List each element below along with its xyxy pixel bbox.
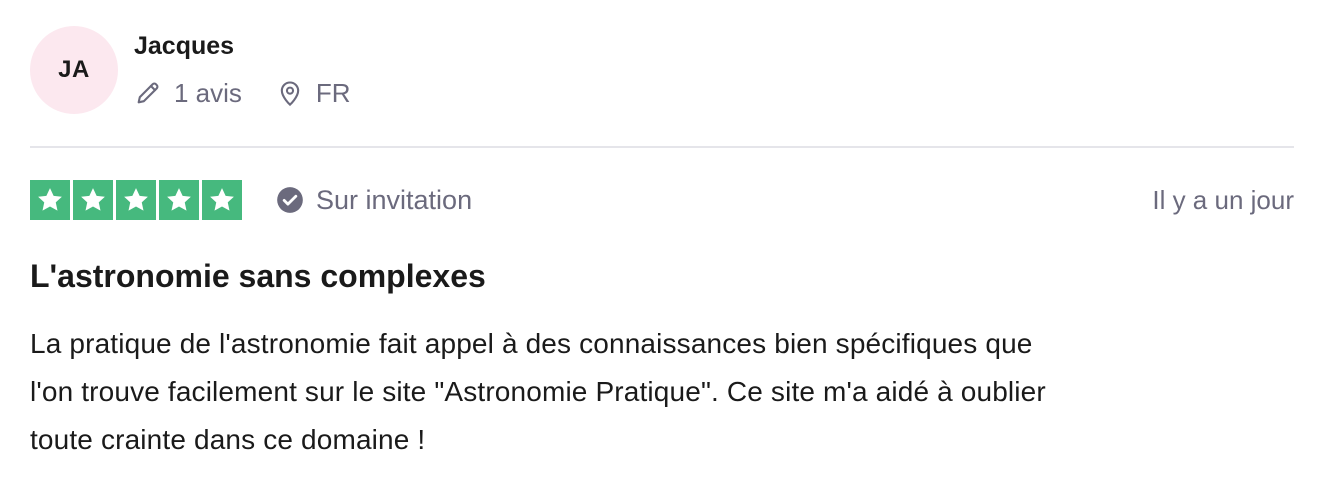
review-count: 1 avis (134, 78, 242, 108)
reviewer-meta: 1 avis FR (134, 78, 351, 108)
review-count-label: 1 avis (174, 78, 242, 108)
review-line: l'on trouve facilement sur le site "Astr… (30, 376, 1046, 407)
divider (30, 146, 1294, 148)
country-label: FR (315, 78, 351, 108)
reviewer-name[interactable]: Jacques (134, 31, 351, 61)
star-icon (202, 180, 242, 220)
star-icon (73, 180, 113, 220)
star-icon (30, 180, 70, 220)
review-body: La pratique de l'astronomie fait appel à… (30, 320, 1294, 464)
review-date: Il y a un jour (1152, 184, 1294, 215)
verification-badge[interactable]: Sur invitation (276, 185, 472, 216)
review-line: toute crainte dans ce domaine ! (30, 424, 426, 455)
review-card: JA Jacques 1 avis FR Sur invitation Il y… (0, 0, 1330, 478)
pencil-icon (137, 82, 159, 104)
star-icon (159, 180, 199, 220)
location-pin-icon (280, 81, 300, 107)
star-rating (30, 180, 242, 220)
verification-label: Sur invitation (316, 184, 473, 215)
avatar-initials: JA (58, 56, 90, 83)
reviewer-info: Jacques 1 avis FR (134, 26, 351, 108)
review-title[interactable]: L'astronomie sans complexes (30, 256, 486, 296)
reviewer-header: JA Jacques 1 avis FR (30, 26, 351, 114)
review-line: La pratique de l'astronomie fait appel à… (30, 328, 1033, 359)
rating-row: Sur invitation Il y a un jour (30, 180, 1294, 220)
avatar[interactable]: JA (30, 26, 118, 114)
check-circle-icon (277, 187, 303, 213)
star-icon (116, 180, 156, 220)
reviewer-country: FR (276, 78, 351, 108)
